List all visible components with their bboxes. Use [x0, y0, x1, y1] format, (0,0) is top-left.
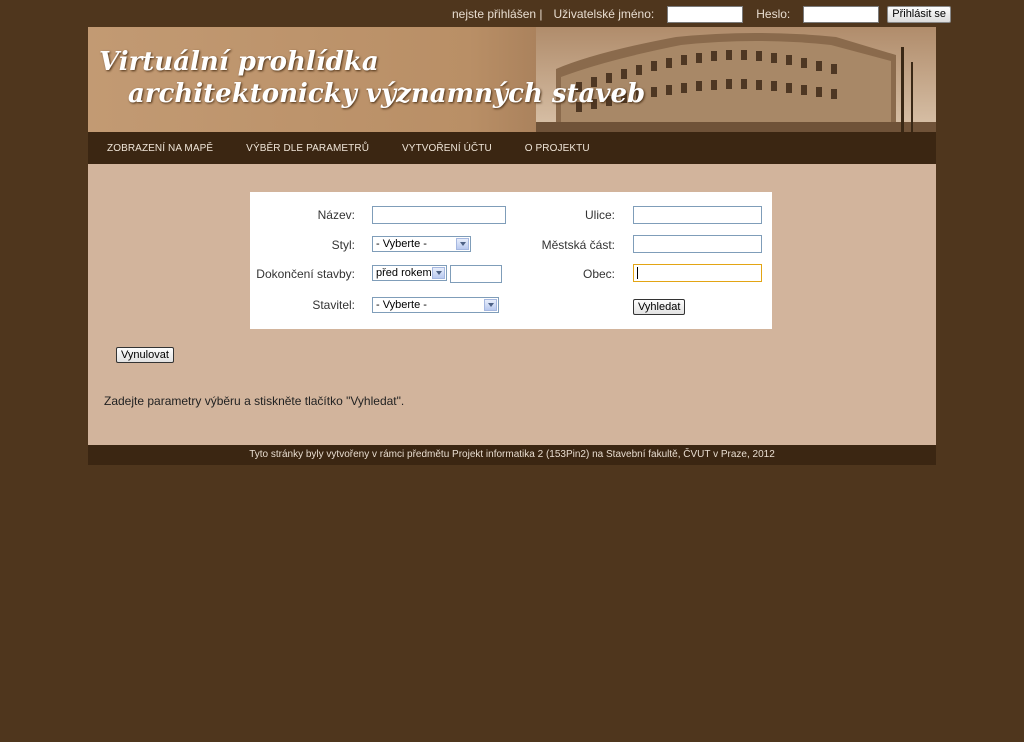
style-select-value: - Vyberte -	[376, 238, 427, 250]
banner-title-line1: Virtuální prohlídka	[99, 47, 379, 77]
username-label: Uživatelské jméno:	[553, 7, 655, 21]
main-nav: ZOBRAZENÍ NA MAPĚ VÝBĚR DLE PARAMETRŮ VY…	[88, 132, 936, 164]
district-input[interactable]	[633, 235, 762, 253]
banner-title-line2: architektonicky významných staveb	[128, 79, 646, 109]
search-form: Název: Styl: - Vyberte - Dokončení stavb…	[250, 192, 772, 329]
style-select[interactable]: - Vyberte -	[372, 236, 471, 252]
completion-label: Dokončení stavby:	[256, 267, 355, 281]
nav-item-parameter-search[interactable]: VÝBĚR DLE PARAMETRŮ	[246, 143, 369, 154]
municipality-label: Obec:	[582, 267, 615, 281]
password-input[interactable]	[803, 5, 880, 23]
name-label: Název:	[317, 208, 355, 222]
chevron-down-icon	[484, 299, 497, 311]
chevron-down-icon	[432, 267, 445, 279]
nav-item-about[interactable]: O PROJEKTU	[525, 143, 590, 154]
password-label: Heslo:	[756, 7, 791, 21]
chevron-down-icon	[456, 238, 469, 250]
style-label: Styl:	[331, 238, 355, 252]
username-input[interactable]	[667, 5, 744, 23]
instruction-text: Zadejte parametry výběru a stiskněte tla…	[104, 394, 405, 408]
reset-button[interactable]: Vynulovat	[116, 347, 174, 363]
login-status: nejste přihlášen |	[452, 7, 543, 21]
header-banner: Virtuální prohlídka architektonicky význ…	[88, 27, 936, 132]
builder-select-value: - Vyberte -	[376, 299, 427, 311]
municipality-input[interactable]	[633, 264, 762, 282]
builder-select[interactable]: - Vyberte -	[372, 297, 499, 313]
builder-label: Stavitel:	[312, 298, 355, 312]
login-bar: nejste přihlášen | Uživatelské jméno: He…	[452, 4, 952, 24]
nav-item-map[interactable]: ZOBRAZENÍ NA MAPĚ	[107, 143, 213, 154]
login-button[interactable]: Přihlásit se	[887, 5, 952, 23]
nav-item-create-account[interactable]: VYTVOŘENÍ ÚČTU	[402, 143, 492, 154]
search-button[interactable]: Vyhledat	[633, 299, 686, 315]
completion-year-input[interactable]	[450, 265, 502, 283]
completion-mode-select[interactable]: před rokem	[372, 265, 447, 281]
footer: Tyto stránky byly vytvořeny v rámci před…	[88, 445, 936, 465]
main-content: Název: Styl: - Vyberte - Dokončení stavb…	[88, 164, 936, 445]
street-label: Ulice:	[584, 208, 615, 222]
street-input[interactable]	[633, 206, 762, 224]
district-label: Městská část:	[541, 238, 615, 252]
completion-mode-value: před rokem	[376, 267, 432, 279]
name-input[interactable]	[372, 206, 506, 224]
text-caret	[637, 267, 638, 279]
